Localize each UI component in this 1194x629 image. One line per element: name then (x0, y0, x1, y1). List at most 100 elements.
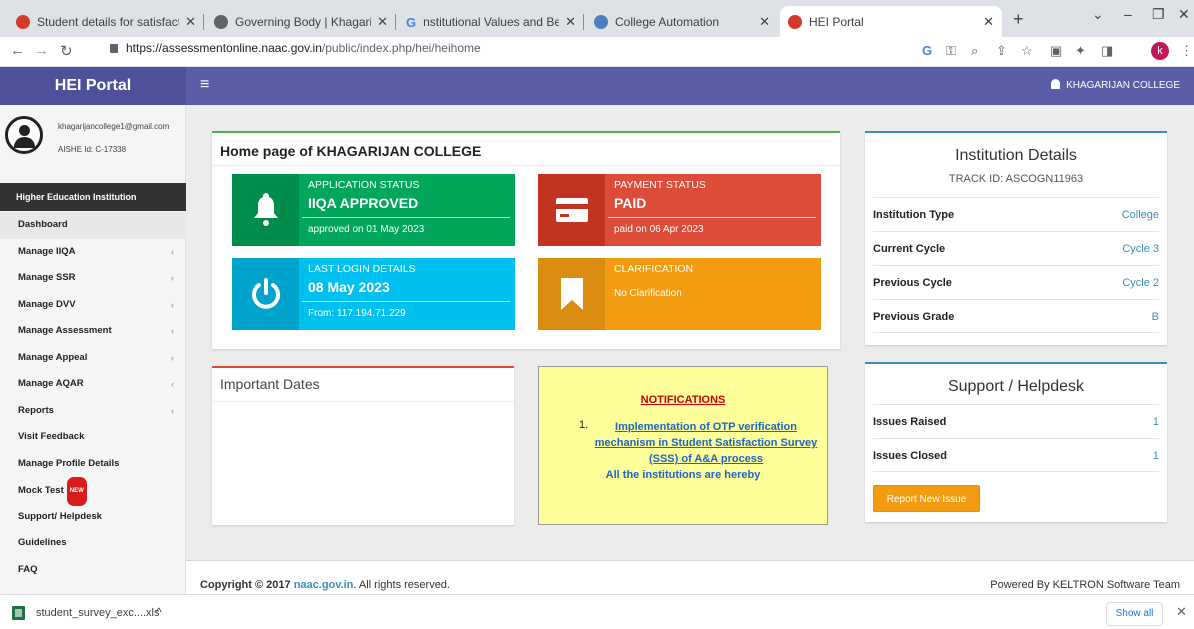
sidebar-item-visit-feedback[interactable]: Visit Feedback (0, 424, 186, 451)
credit-card-icon (555, 198, 588, 222)
bookmark-star-icon[interactable]: ☆ (1021, 43, 1033, 59)
new-badge: NEW (66, 477, 87, 506)
important-dates-panel: Important Dates (212, 366, 514, 525)
hamburger-menu-icon[interactable]: ≡ (200, 76, 209, 94)
close-icon[interactable]: ✕ (759, 14, 770, 30)
track-id: TRACK ID: ASCOGN11963 (948, 173, 1084, 185)
sidebar-item-support[interactable]: Support/ Helpdesk (0, 504, 186, 531)
clarification-box: CLARIFICATION No Clarification (538, 258, 821, 330)
institution-row: Current Cycle Cycle 3 (873, 231, 1159, 265)
institution-row: Institution Type College (873, 197, 1159, 231)
institution-row: Previous Cycle Cycle 2 (873, 265, 1159, 299)
window-close-icon[interactable]: ✕ (1178, 6, 1190, 23)
zoom-icon[interactable]: ⌕ (971, 43, 978, 59)
browser-tabstrip: Student details for satisfactio ✕ Govern… (0, 0, 1194, 37)
close-icon[interactable]: ✕ (983, 14, 994, 30)
chevron-left-icon: ‹ (171, 379, 174, 389)
minimize-icon[interactable]: – (1124, 6, 1132, 22)
reload-icon[interactable]: ↻ (60, 42, 73, 60)
notification-text: All the institutions are hereby (605, 469, 761, 481)
naac-icon (16, 14, 30, 29)
last-login-box: LAST LOGIN DETAILS 08 May 2023 From: 117… (232, 258, 515, 330)
browser-toolbar: ← → ↻ https://assessmentonline.naac.gov.… (0, 37, 1194, 67)
report-new-issue-button[interactable]: Report New Issue (873, 485, 980, 512)
share-icon[interactable]: ⇪ (996, 43, 1007, 59)
show-all-button[interactable]: Show all (1106, 602, 1163, 626)
kebab-menu-icon[interactable]: ⋮ (1180, 43, 1193, 59)
download-item[interactable]: student_survey_exc....xls (36, 607, 160, 619)
browser-tab[interactable]: Student details for satisfactio ✕ (8, 6, 204, 37)
chevron-left-icon: ‹ (171, 326, 174, 336)
application-status-box: APPLICATION STATUS IIQA APPROVED approve… (232, 174, 515, 246)
helpdesk-row: Issues Raised 1 (873, 404, 1159, 438)
powered-by: Powered By KELTRON Software Team (990, 579, 1180, 591)
tab-search-icon[interactable]: ⌄ (1092, 6, 1104, 23)
close-icon[interactable]: ✕ (1176, 604, 1187, 620)
sidebar-item-manage-iiqa[interactable]: Manage IIQA ‹ (0, 239, 186, 266)
institution-row: Previous Grade B (873, 299, 1159, 333)
extension-icon[interactable]: ▣ (1050, 43, 1062, 59)
notification-link[interactable]: Implementation of OTP verification mecha… (591, 419, 821, 467)
sidebar-item-faq[interactable]: FAQ (0, 557, 186, 584)
naac-link[interactable]: naac.gov.in (294, 579, 354, 591)
close-icon[interactable]: ✕ (185, 14, 196, 30)
sidebar-item-manage-profile[interactable]: Manage Profile Details (0, 451, 186, 478)
sidebar: khagarijancollege1@gmail.com AISHE Id: C… (0, 105, 186, 594)
helpdesk-row: Issues Closed 1 (873, 438, 1159, 472)
sidebar-section-header: Higher Education Institution (0, 183, 186, 211)
sidebar-item-manage-assessment[interactable]: Manage Assessment ‹ (0, 318, 186, 345)
main-content: Home page of KHAGARIJAN COLLEGE APPLICAT… (186, 105, 1194, 594)
sidebar-item-reports[interactable]: Reports ‹ (0, 398, 186, 425)
sidebar-item-guidelines[interactable]: Guidelines (0, 530, 186, 557)
google-lens-icon[interactable]: G (922, 43, 932, 58)
user-menu[interactable]: KHAGARIJAN COLLEGE (1051, 79, 1180, 91)
puzzle-icon[interactable]: ✦ (1075, 43, 1086, 59)
profile-avatar[interactable]: k (1151, 42, 1169, 60)
payment-status-box: PAYMENT STATUS PAID paid on 06 Apr 2023 (538, 174, 821, 246)
aishe-id: AISHE Id: C-17338 (58, 145, 127, 154)
chevron-left-icon: ‹ (171, 299, 174, 310)
browser-tab[interactable]: G nstitutional Values and Best F ✕ (398, 6, 584, 37)
globe-icon (214, 14, 228, 29)
restore-icon[interactable]: ❐ (1152, 6, 1165, 23)
institution-details-panel: Institution Details TRACK ID: ASCOGN1196… (865, 131, 1167, 345)
user-avatar-icon (5, 116, 43, 154)
browser-tab[interactable]: Governing Body | Khagarijan ✕ (206, 6, 396, 37)
close-icon[interactable]: ✕ (565, 14, 576, 30)
chevron-up-icon[interactable]: ^ (156, 605, 162, 619)
key-icon[interactable]: ⚿ (946, 43, 956, 59)
download-bar: student_survey_exc....xls ^ Show all ✕ (0, 594, 1194, 629)
sidebar-item-manage-aqar[interactable]: Manage AQAR ‹ (0, 371, 186, 398)
sidebar-item-mock-test[interactable]: Mock Test NEW (0, 477, 186, 506)
page-title: Home page of KHAGARIJAN COLLEGE (220, 143, 482, 159)
sidebar-item-manage-ssr[interactable]: Manage SSR ‹ (0, 265, 186, 292)
address-bar[interactable]: https://assessmentonline.naac.gov.in/pub… (110, 41, 481, 55)
sidebar-item-manage-appeal[interactable]: Manage Appeal ‹ (0, 345, 186, 372)
sidebar-menu: Dashboard Manage IIQA ‹ Manage SSR ‹ Manag… (0, 212, 186, 583)
app-header: HEI Portal ≡ KHAGARIJAN COLLEGE (0, 67, 1194, 105)
helpdesk-panel: Support / Helpdesk Issues Raised 1 Issues… (865, 362, 1167, 522)
naac-icon (788, 14, 802, 29)
close-icon[interactable]: ✕ (377, 14, 388, 30)
sidebar-item-manage-dvv[interactable]: Manage DVV ‹ (0, 292, 186, 319)
browser-tab-active[interactable]: HEI Portal ✕ (780, 6, 1002, 37)
chevron-left-icon: ‹ (171, 405, 174, 416)
chevron-left-icon: ‹ (171, 352, 174, 363)
helpdesk-title: Support / Helpdesk (947, 378, 1085, 395)
back-icon[interactable]: ← (10, 42, 25, 59)
lock-icon (110, 44, 118, 53)
footer: Copyright © 2017 naac.gov.in. All rights… (186, 560, 1194, 594)
side-panel-icon[interactable]: ◨ (1101, 43, 1113, 59)
forward-icon[interactable]: → (34, 42, 49, 59)
power-icon (251, 278, 280, 309)
sidebar-item-dashboard[interactable]: Dashboard (0, 212, 186, 239)
notifications-heading: NOTIFICATIONS (640, 394, 726, 406)
brand-logo[interactable]: HEI Portal (0, 67, 186, 105)
chevron-left-icon: ‹ (171, 246, 174, 257)
browser-tab[interactable]: College Automation ✕ (586, 6, 778, 37)
user-email: khagarijancollege1@gmail.com (58, 122, 170, 131)
important-dates-title: Important Dates (220, 376, 320, 392)
chevron-left-icon: ‹ (171, 273, 174, 283)
new-tab-icon[interactable]: + (1013, 9, 1024, 30)
user-icon (1051, 79, 1061, 89)
